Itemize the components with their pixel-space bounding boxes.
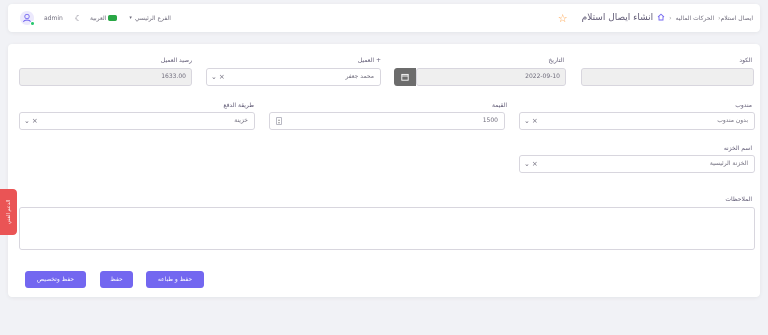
clear-icon[interactable]: × xyxy=(532,160,538,168)
balance-value: 1633.00 xyxy=(161,73,186,80)
receipt-form-card: الكود التاريخ 2022-09-10 العميل + محمد ج… xyxy=(8,44,760,297)
calendar-button[interactable] xyxy=(394,68,416,86)
home-icon[interactable] xyxy=(657,13,665,23)
page-title: انشاء ايصال استلام xyxy=(581,13,654,23)
payment-method-select[interactable]: خزينة ⌄ × xyxy=(19,112,255,130)
treasury-value: الخزنة الرئيسية xyxy=(709,160,748,167)
date-field[interactable]: 2022-09-10 xyxy=(416,68,566,86)
payment-method-label: طريقة الدفع xyxy=(223,102,254,109)
moon-icon[interactable]: ☾ xyxy=(75,14,82,23)
chevron-down-icon[interactable]: ▾ xyxy=(129,15,132,21)
code-field xyxy=(581,68,754,86)
select-controls: ⌄ × xyxy=(524,113,538,129)
amount-value: 1500 xyxy=(482,117,498,124)
chevron-down-icon[interactable]: ⌄ xyxy=(211,73,217,81)
flag-icon xyxy=(108,15,118,21)
amount-input[interactable]: 1500 ▴ ▾ xyxy=(269,112,505,130)
date-value: 2022-09-10 xyxy=(525,73,560,80)
star-icon[interactable]: ☆ xyxy=(558,12,568,25)
select-controls: ⌄ × xyxy=(24,113,38,129)
code-label: الكود xyxy=(739,57,752,64)
online-status-dot xyxy=(30,21,35,26)
branch-selector[interactable]: الفرع الرئيسي xyxy=(135,15,171,22)
support-tab-label: الدعم الفني xyxy=(5,199,12,225)
support-tab[interactable]: الدعم الفني xyxy=(0,189,17,235)
save-button[interactable]: حفظ xyxy=(100,271,133,288)
balance-label: رصيد العميل xyxy=(160,57,192,64)
chevron-down-icon[interactable]: ⌄ xyxy=(524,117,530,125)
top-navbar: ☆ انشاء ايصال استلام › الحركات الماليه ›… xyxy=(8,4,760,32)
avatar[interactable] xyxy=(20,11,35,26)
date-label: التاريخ xyxy=(548,57,564,64)
breadcrumb-section[interactable]: الحركات الماليه xyxy=(676,15,715,22)
navbar-tools: admin ☾ العربية ▾ الفرع الرئيسي xyxy=(20,4,171,32)
rep-value: بدون مندوب xyxy=(717,117,748,124)
chevron-down-icon[interactable]: ⌄ xyxy=(24,117,30,125)
treasury-select[interactable]: الخزنة الرئيسية ⌄ × xyxy=(519,155,755,173)
language-label[interactable]: العربية xyxy=(90,15,106,22)
client-select[interactable]: محمد جعفر ⌄ × xyxy=(206,68,381,86)
client-value: محمد جعفر xyxy=(345,73,374,80)
treasury-label: اسم الخزنه xyxy=(723,145,752,152)
client-label[interactable]: العميل + xyxy=(358,57,381,64)
rep-select[interactable]: بدون مندوب ⌄ × xyxy=(519,112,755,130)
save-print-button[interactable]: حفظ و طباعه xyxy=(146,271,204,288)
select-controls: ⌄ × xyxy=(211,69,225,85)
breadcrumb-current: ايصال استلام xyxy=(720,14,753,22)
calendar-icon xyxy=(401,73,409,81)
page-title-group: ☆ انشاء ايصال استلام › الحركات الماليه ›… xyxy=(547,4,753,32)
select-controls: ⌄ × xyxy=(524,156,538,172)
notes-textarea[interactable] xyxy=(19,207,755,250)
rep-label: مندوب xyxy=(735,102,752,109)
amount-label: القيمة xyxy=(491,102,507,109)
user-name[interactable]: admin xyxy=(44,15,63,22)
payment-method-value: خزينة xyxy=(234,117,248,124)
breadcrumb-separator: › xyxy=(669,14,672,22)
clear-icon[interactable]: × xyxy=(219,73,225,81)
chevron-down-icon[interactable]: ⌄ xyxy=(524,160,530,168)
number-spinner-icon[interactable]: ▴ ▾ xyxy=(276,117,282,125)
clear-icon[interactable]: × xyxy=(532,117,538,125)
save-allocate-button[interactable]: حفظ وتخصيص xyxy=(25,271,86,288)
clear-icon[interactable]: × xyxy=(32,117,38,125)
notes-label: الملاحظات xyxy=(725,196,752,203)
balance-field: 1633.00 xyxy=(19,68,192,86)
